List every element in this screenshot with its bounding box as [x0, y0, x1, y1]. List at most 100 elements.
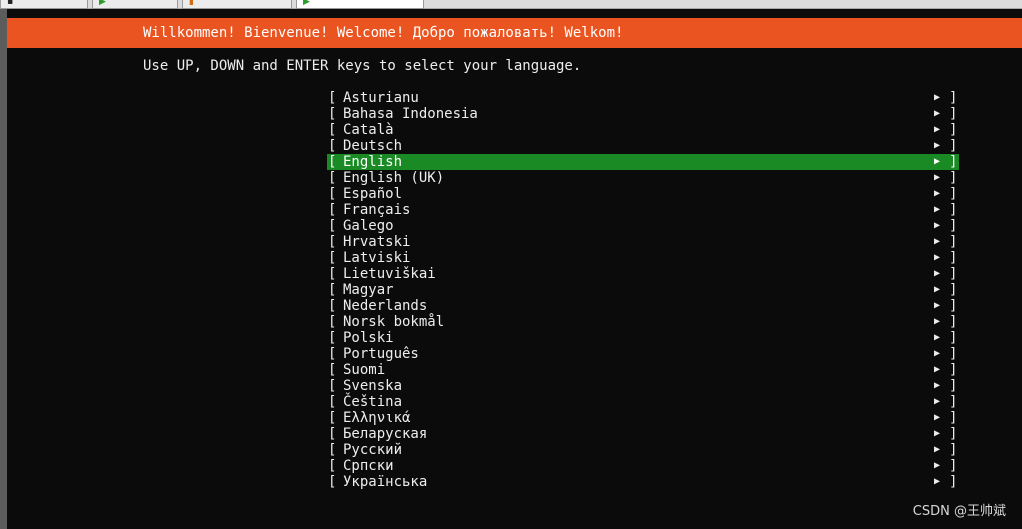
- arrow-right-icon: ▶: [934, 156, 941, 167]
- language-option[interactable]: [Українська ▶]: [327, 474, 959, 490]
- arrow-right-icon: ▶: [934, 92, 941, 103]
- language-option[interactable]: [Asturianu ▶]: [327, 90, 959, 106]
- arrow-right-icon: ▶: [934, 476, 941, 487]
- language-label: Français: [343, 202, 411, 218]
- right-bracket: ]: [949, 202, 958, 218]
- right-bracket: ]: [949, 298, 958, 314]
- left-bracket: [: [328, 314, 337, 330]
- language-label: Русский: [343, 442, 403, 458]
- right-bracket: ]: [949, 394, 958, 410]
- language-option[interactable]: [ Norsk bokmål ▶]: [327, 314, 959, 330]
- right-bracket: ]: [949, 314, 958, 330]
- language-label: Српски: [343, 458, 394, 474]
- left-bracket: [: [328, 170, 337, 186]
- arrow-right-icon: ▶: [934, 172, 941, 183]
- left-bracket: [: [328, 234, 337, 250]
- language-option[interactable]: [Polski ▶]: [327, 330, 959, 346]
- arrow-right-icon: ▶: [934, 316, 941, 327]
- arrow-right-icon: ▶: [934, 124, 941, 135]
- language-label: Bahasa Indonesia: [343, 106, 478, 122]
- language-option[interactable]: [Bahasa Indonesia ▶]: [327, 106, 959, 122]
- arrow-right-icon: ▶: [934, 300, 941, 311]
- language-option[interactable]: [Српски ▶]: [327, 458, 959, 474]
- arrow-right-icon: ▶: [934, 204, 941, 215]
- left-bracket: [: [328, 426, 337, 442]
- language-label: Norsk bokmål: [343, 314, 445, 330]
- language-option[interactable]: [ Ελληνικά ▶]: [327, 410, 959, 426]
- tab-icon: ▪: [7, 0, 14, 7]
- language-option[interactable]: [Hrvatski ▶]: [327, 234, 959, 250]
- language-label: Nederlands: [343, 298, 428, 314]
- right-bracket: ]: [949, 250, 958, 266]
- host-tab-strip: ▪ ▶ ▮ ▶: [0, 0, 1022, 9]
- right-bracket: ]: [949, 346, 958, 362]
- left-bracket: [: [328, 442, 337, 458]
- language-label: Català: [343, 122, 394, 138]
- language-label: Hrvatski: [343, 234, 411, 250]
- arrow-right-icon: ▶: [934, 348, 941, 359]
- welcome-text: Willkommen! Bienvenue! Welcome! Добро по…: [143, 25, 624, 41]
- arrow-right-icon: ▶: [934, 364, 941, 375]
- right-bracket: ]: [949, 186, 958, 202]
- left-bracket: [: [328, 378, 337, 394]
- language-label: Suomi: [343, 362, 386, 378]
- vm-window-edge: [0, 9, 7, 529]
- play-icon: ▶: [99, 0, 106, 7]
- right-bracket: ]: [949, 234, 958, 250]
- arrow-right-icon: ▶: [934, 412, 941, 423]
- language-option[interactable]: [Català ▶]: [327, 122, 959, 138]
- language-option[interactable]: [Lietuviškai ▶]: [327, 266, 959, 282]
- host-tab-3[interactable]: ▮: [182, 0, 292, 9]
- language-label: Latviski: [343, 250, 411, 266]
- language-label: English: [343, 154, 403, 170]
- language-label: Ελληνικά: [343, 410, 411, 426]
- language-label: Lietuviškai: [343, 266, 436, 282]
- host-tab-4-active[interactable]: ▶: [296, 0, 424, 9]
- watermark: CSDN @王帅斌: [912, 504, 1006, 519]
- language-option[interactable]: [Galego ▶]: [327, 218, 959, 234]
- arrow-right-icon: ▶: [934, 140, 941, 151]
- language-option[interactable]: [Latviski ▶]: [327, 250, 959, 266]
- right-bracket: ]: [949, 442, 958, 458]
- language-option[interactable]: [Magyar ▶]: [327, 282, 959, 298]
- language-option[interactable]: [Русский ▶]: [327, 442, 959, 458]
- language-option[interactable]: [Português ▶]: [327, 346, 959, 362]
- left-bracket: [: [328, 218, 337, 234]
- right-bracket: ]: [949, 378, 958, 394]
- left-bracket: [: [328, 410, 337, 426]
- arrow-right-icon: ▶: [934, 428, 941, 439]
- language-option[interactable]: [Svenska ▶]: [327, 378, 959, 394]
- language-option[interactable]: [Беларуская ▶]: [327, 426, 959, 442]
- left-bracket: [: [328, 362, 337, 378]
- left-bracket: [: [328, 298, 337, 314]
- host-tab-2[interactable]: ▶: [92, 0, 178, 9]
- left-bracket: [: [328, 186, 337, 202]
- arrow-right-icon: ▶: [934, 460, 941, 471]
- language-option[interactable]: [Deutsch ▶]: [327, 138, 959, 154]
- language-option[interactable]: [ English (UK) ▶]: [327, 170, 959, 186]
- arrow-right-icon: ▶: [934, 284, 941, 295]
- right-bracket: ]: [949, 474, 958, 490]
- left-bracket: [: [328, 330, 337, 346]
- language-label: Deutsch: [343, 138, 403, 154]
- left-bracket: [: [328, 458, 337, 474]
- language-option[interactable]: [Español ▶]: [327, 186, 959, 202]
- language-option[interactable]: [Français ▶]: [327, 202, 959, 218]
- language-option[interactable]: [Suomi ▶]: [327, 362, 959, 378]
- chart-icon: ▮: [189, 0, 194, 7]
- language-option[interactable]: [Čeština ▶]: [327, 394, 959, 410]
- left-bracket: [: [328, 138, 337, 154]
- language-option[interactable]: [English ▶]: [327, 154, 959, 170]
- right-bracket: ]: [949, 106, 958, 122]
- language-label: English (UK): [343, 170, 445, 186]
- right-bracket: ]: [949, 170, 958, 186]
- play-icon: ▶: [303, 0, 310, 7]
- left-bracket: [: [328, 346, 337, 362]
- language-option[interactable]: [ Nederlands ▶]: [327, 298, 959, 314]
- arrow-right-icon: ▶: [934, 268, 941, 279]
- right-bracket: ]: [949, 282, 958, 298]
- right-bracket: ]: [949, 410, 958, 426]
- right-bracket: ]: [949, 426, 958, 442]
- host-tab-1[interactable]: ▪: [0, 0, 88, 9]
- arrow-right-icon: ▶: [934, 396, 941, 407]
